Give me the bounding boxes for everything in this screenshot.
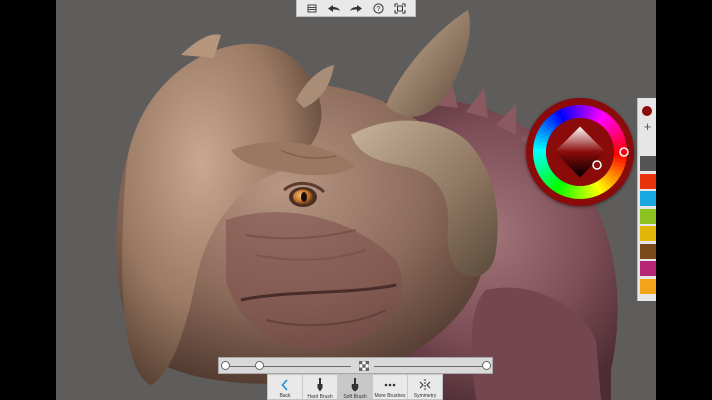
add-swatch-button[interactable]: + [638,120,656,134]
letterbox-left [0,0,56,400]
size-slider-track[interactable] [225,366,351,367]
soft-brush-label: Soft Brush [343,394,367,400]
soft-brush-button[interactable]: Soft Brush [338,375,373,400]
brush-slider-panel [218,357,493,374]
layers-button[interactable] [303,1,321,16]
hard-brush-icon [317,378,323,392]
help-button[interactable]: ? [369,1,387,16]
color-swatch[interactable] [640,208,656,224]
symmetry-icon [419,378,431,391]
layers-icon [307,4,317,12]
color-swatch[interactable] [640,278,656,294]
soft-brush-icon [351,378,359,392]
current-color-swatch[interactable] [642,106,652,116]
bottom-toolbar: Back Hard Brush Soft Brush More Brushes … [267,374,443,400]
color-swatch[interactable] [640,243,656,259]
symmetry-button[interactable]: Symmetry [408,375,442,399]
opacity-icon[interactable] [359,361,369,371]
undo-icon [328,4,340,12]
color-wheel[interactable] [530,102,630,202]
swatch-strip: + [637,98,656,301]
symmetry-label: Symmetry [413,393,437,399]
color-swatch[interactable] [640,191,656,206]
more-brushes-label: More Brushes [374,393,406,399]
redo-icon [350,4,362,12]
hard-brush-button[interactable]: Hard Brush [303,375,338,400]
svg-text:?: ? [376,6,380,13]
help-icon: ? [372,2,384,14]
opacity-slider-track[interactable] [374,366,486,367]
top-toolbar: ? [296,0,416,17]
color-puck[interactable] [526,98,634,206]
color-swatch[interactable] [640,173,656,189]
back-label: Back [279,393,291,399]
more-brushes-button[interactable]: More Brushes [373,375,408,399]
hard-brush-label: Hard Brush [307,394,333,400]
letterbox-right [656,0,712,400]
size-slider-min-handle[interactable] [221,361,230,370]
ellipsis-icon [384,383,396,386]
opacity-slider-handle[interactable] [482,361,491,370]
back-button[interactable]: Back [268,375,303,399]
chevron-left-icon [281,378,288,391]
fullscreen-button[interactable] [391,1,409,16]
size-slider-handle[interactable] [255,361,265,370]
color-swatch[interactable] [640,261,656,276]
sculpt-viewport[interactable]: ? + Back Hard Brush Soft Brush More Brus… [56,0,656,400]
redo-button[interactable] [347,1,365,16]
color-swatch[interactable] [640,156,656,171]
fullscreen-icon [394,3,406,13]
color-swatch[interactable] [640,226,656,241]
undo-button[interactable] [325,1,343,16]
